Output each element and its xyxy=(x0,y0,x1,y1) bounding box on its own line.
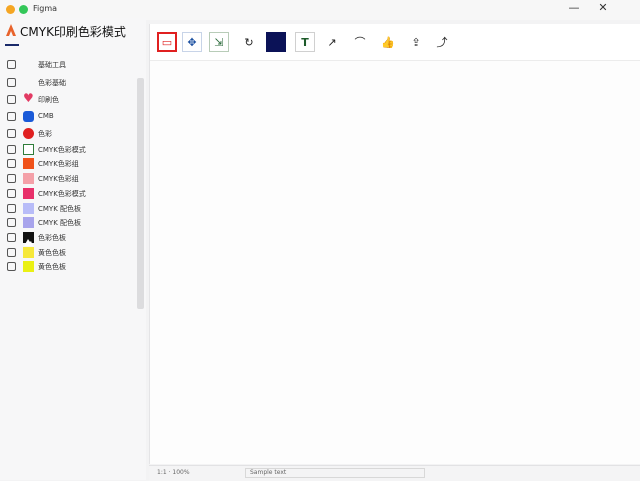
sidebar: CMYK印刷色彩模式 基础工具色彩基础 ♥ 印刷色 CMB 色彩 CMYK色彩模式 CMYK… xyxy=(0,18,146,480)
sidebar-item-icon xyxy=(7,159,16,168)
color-swatch xyxy=(23,203,34,214)
sidebar-item-label: CMYK 配色板 xyxy=(38,205,82,213)
sidebar-item-icon xyxy=(7,129,16,138)
sidebar-item[interactable]: CMB xyxy=(0,110,135,124)
sidebar-item-label: 黄色色板 xyxy=(38,249,66,257)
color-swatch xyxy=(23,217,34,228)
color-swatch xyxy=(23,111,34,122)
share-icon[interactable]: ⤴ xyxy=(432,32,452,52)
window-maximize-dot[interactable] xyxy=(19,5,28,14)
color-swatch xyxy=(23,188,34,199)
sidebar-item[interactable]: 色彩基础 xyxy=(0,76,135,90)
sidebar-item-label: 色彩 xyxy=(38,130,52,138)
minimize-button[interactable]: — xyxy=(568,2,580,14)
sidebar-item-icon xyxy=(7,248,16,257)
sidebar-item[interactable]: 基础工具 xyxy=(0,58,135,72)
scale-tool-icon[interactable]: ⇲ xyxy=(209,32,229,52)
chart-tool-icon[interactable]: ↗ xyxy=(322,32,342,52)
sidebar-item-icon xyxy=(7,218,16,227)
sidebar-item[interactable]: 色彩色板 xyxy=(0,231,135,246)
sidebar-item[interactable]: 黄色色板 xyxy=(0,246,135,260)
sidebar-item-icon xyxy=(7,233,16,242)
sidebar-scrollbar[interactable] xyxy=(137,78,144,309)
fill-tool-icon[interactable]: ✥ xyxy=(182,32,202,52)
sidebar-item[interactable]: CMYK色彩模式 xyxy=(0,187,135,201)
window-minimize-dot[interactable] xyxy=(6,5,15,14)
sidebar-item-icon xyxy=(7,112,16,121)
status-bar: 1:1 · 100% Sample text xyxy=(149,465,640,481)
color-swatch xyxy=(23,158,34,169)
sidebar-item-label: 基础工具 xyxy=(38,61,66,69)
canvas[interactable] xyxy=(150,61,640,464)
sidebar-item[interactable]: CMYK色彩模式 xyxy=(0,143,135,157)
sidebar-item[interactable]: 色彩 xyxy=(0,127,135,141)
sidebar-item-icon xyxy=(7,189,16,198)
color-swatch xyxy=(23,232,34,246)
sidebar-item-label: 黄色色板 xyxy=(38,263,66,271)
sidebar-item-icon xyxy=(7,60,16,69)
color-swatch xyxy=(23,261,34,272)
sidebar-item-label: 色彩基础 xyxy=(38,79,66,87)
sidebar-item-label: 印刷色 xyxy=(38,96,59,104)
sidebar-item[interactable]: CMYK 配色板 xyxy=(0,202,135,216)
color-swatch-navy[interactable] xyxy=(266,32,286,52)
sidebar-item-label: CMYK 配色板 xyxy=(38,219,82,227)
sidebar-item[interactable]: CMYK色彩组 xyxy=(0,157,135,171)
sidebar-active-indicator xyxy=(5,44,19,46)
color-swatch xyxy=(23,173,34,184)
curve-tool-icon[interactable]: ⌒ xyxy=(350,32,370,52)
sidebar-item-icon xyxy=(7,262,16,271)
sidebar-item[interactable]: ♥ 印刷色 xyxy=(0,91,135,107)
status-field[interactable]: Sample text xyxy=(245,468,425,478)
color-swatch: ♥ xyxy=(23,91,34,105)
sidebar-item-label: CMYK色彩模式 xyxy=(38,190,86,198)
sidebar-item-icon xyxy=(7,78,16,87)
sidebar-item-label: CMYK色彩组 xyxy=(38,175,79,183)
color-swatch xyxy=(23,128,34,139)
sidebar-item-icon xyxy=(7,204,16,213)
sidebar-item-label: CMYK色彩模式 xyxy=(38,146,86,154)
sidebar-item-label: 色彩色板 xyxy=(38,234,66,242)
sidebar-item-label: CMB xyxy=(38,112,54,120)
rotate-tool-icon[interactable]: ↻ xyxy=(239,32,259,52)
brand-logo-icon xyxy=(6,24,16,36)
thumbs-up-icon[interactable]: 👍 xyxy=(378,32,398,52)
toolbar: ▭ ✥ ⇲ ↻ T ↗ ⌒ 👍 ⇪ ⤴ xyxy=(150,24,640,61)
sidebar-item-icon xyxy=(7,145,16,154)
title-bar: Figma — ✕ xyxy=(0,0,640,20)
sidebar-item-label: CMYK色彩组 xyxy=(38,160,79,168)
app-title: CMYK印刷色彩模式 xyxy=(20,25,126,39)
zoom-status: 1:1 · 100% xyxy=(157,469,190,476)
sidebar-item[interactable]: CMYK色彩组 xyxy=(0,172,135,186)
main-panel: ▭ ✥ ⇲ ↻ T ↗ ⌒ 👍 ⇪ ⤴ xyxy=(149,24,640,464)
color-swatch xyxy=(23,247,34,258)
sidebar-item-icon xyxy=(7,95,16,104)
sidebar-item-icon xyxy=(7,174,16,183)
frame-tool-icon[interactable]: ▭ xyxy=(157,32,177,52)
window-title: Figma xyxy=(33,4,58,13)
color-swatch xyxy=(23,144,34,155)
text-tool-icon[interactable]: T xyxy=(295,32,315,52)
sidebar-item[interactable]: CMYK 配色板 xyxy=(0,216,135,230)
sidebar-item[interactable]: 黄色色板 xyxy=(0,260,135,274)
close-button[interactable]: ✕ xyxy=(597,2,609,14)
upload-icon[interactable]: ⇪ xyxy=(406,32,426,52)
